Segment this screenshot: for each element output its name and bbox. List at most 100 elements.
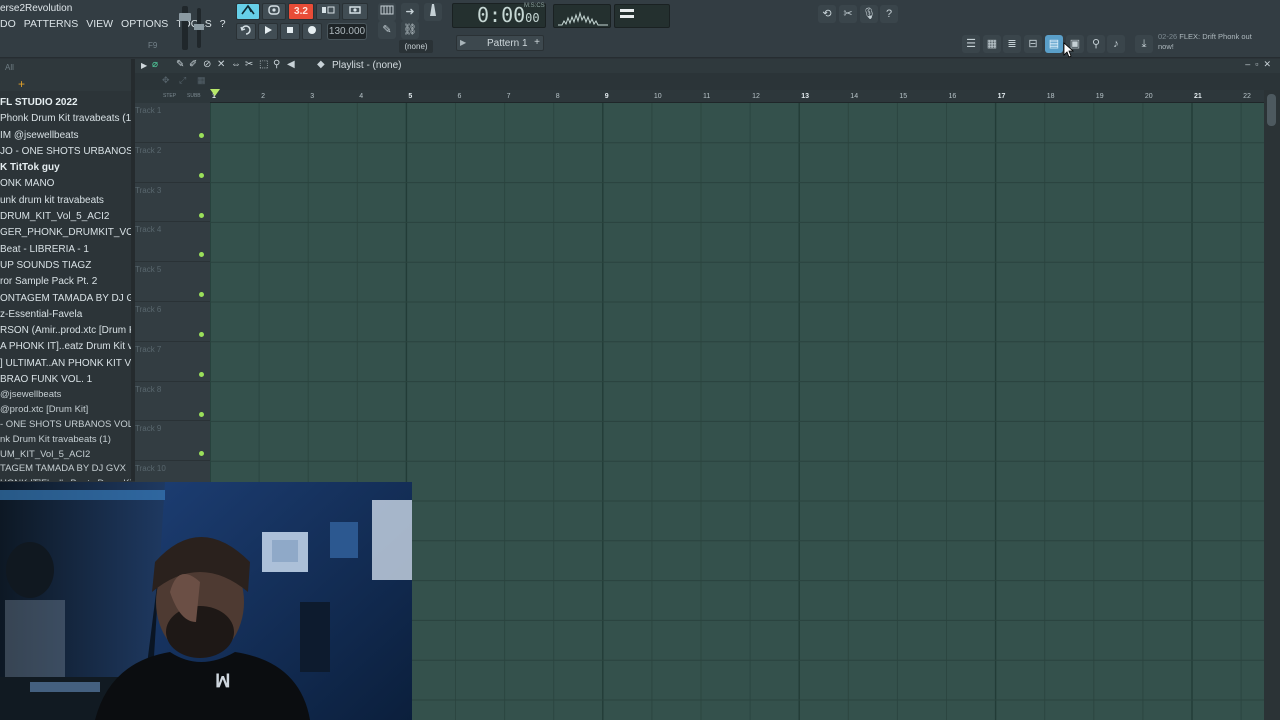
download-icon[interactable]: ⤓ xyxy=(1135,35,1153,53)
menu-view[interactable]: VIEW xyxy=(86,18,113,33)
track-header[interactable]: Track 1 xyxy=(135,103,210,143)
playlist-window-buttons[interactable]: –▫✕ xyxy=(1245,59,1276,70)
playback-tool-icon[interactable]: ◀ xyxy=(287,59,295,70)
browser-item[interactable]: unk drum kit travabeats xyxy=(0,193,131,209)
browser-sub-item[interactable]: nk Drum Kit travabeats (1) xyxy=(0,433,131,448)
track-header[interactable]: Track 9 xyxy=(135,421,210,462)
news-panel[interactable]: 02-26 FLEX: Drift Phonk out now! xyxy=(1158,32,1268,52)
track-mute-led[interactable] xyxy=(199,212,204,218)
pattern-song-toggle-icon[interactable] xyxy=(236,23,256,40)
browser-item[interactable]: FL STUDIO 2022 xyxy=(0,95,131,111)
browser-item[interactable]: z-Essential-Favela xyxy=(0,307,131,323)
magnet-snap-icon[interactable]: ⌀ xyxy=(152,59,158,70)
track-mute-led[interactable] xyxy=(199,331,204,337)
browser-sub-item[interactable]: @jsewellbeats xyxy=(0,388,131,403)
plugin-picker-icon[interactable]: ⚲ xyxy=(1087,35,1105,53)
playlist-vertical-scrollbar[interactable] xyxy=(1264,90,1280,720)
pencil-tool-icon[interactable]: ✎ xyxy=(378,21,396,39)
menu-file[interactable]: DO xyxy=(0,18,16,33)
browser-item[interactable]: DRUM_KIT_Vol_5_ACI2 xyxy=(0,209,131,225)
browser-item[interactable]: Phonk Drum Kit travabeats (1) xyxy=(0,111,131,127)
link-icon[interactable]: ⛓ xyxy=(401,21,419,39)
browser-sub-item[interactable]: - ONE SHOTS URBANOS VOL. 2 xyxy=(0,418,131,433)
browser-sub-item[interactable]: HONK IT]Fluxl's Beats Drum Kit vol 1 xyxy=(0,477,131,481)
menu-options[interactable]: OPTIONS xyxy=(121,18,168,33)
master-pitch-slider[interactable] xyxy=(194,8,204,48)
track-header[interactable]: Track 6 xyxy=(135,301,210,342)
microphone-icon[interactable]: 🎙 xyxy=(860,5,878,23)
paint-tool-icon[interactable]: ✐ xyxy=(189,59,197,70)
track-mute-led[interactable] xyxy=(199,411,204,417)
tempo-display[interactable]: 130.000 xyxy=(327,23,367,40)
metronome-icon[interactable] xyxy=(236,3,260,20)
track-header[interactable]: Track 5 xyxy=(135,262,210,302)
browser-item[interactable]: ONTAGEM TAMADA BY DJ GVX xyxy=(0,291,131,307)
pattern-selector[interactable]: ▶ Pattern 1 + xyxy=(456,35,544,51)
select-tool-icon[interactable]: ⬚ xyxy=(259,59,268,70)
browser-item[interactable]: ONK MANO xyxy=(0,176,131,192)
help-icon[interactable]: ? xyxy=(880,5,898,23)
grid-toggle-icon[interactable]: ▦ xyxy=(197,75,206,86)
track-header[interactable]: Track 2 xyxy=(135,142,210,183)
cut-tools-icon[interactable]: ✂ xyxy=(839,5,857,23)
menu-help[interactable]: ? xyxy=(220,18,226,33)
browser-item[interactable]: BRAO FUNK VOL. 1 xyxy=(0,372,131,388)
touch-controller-icon[interactable]: ♪ xyxy=(1107,35,1125,53)
blend-notes-icon[interactable] xyxy=(316,3,340,20)
mixer-icon[interactable]: ≣ xyxy=(1003,35,1021,53)
play-icon[interactable] xyxy=(258,23,278,40)
track-header[interactable]: Track 7 xyxy=(135,341,210,382)
track-mute-led[interactable] xyxy=(199,451,204,457)
browser-item[interactable]: UP SOUNDS TIAGZ xyxy=(0,258,131,274)
slip-tool-icon[interactable]: ⇔ xyxy=(231,59,241,70)
undo-history-icon[interactable]: ⟲ xyxy=(818,5,836,23)
mute-tool-icon[interactable]: ✕ xyxy=(217,59,225,70)
browser-sub-item[interactable]: TAGEM TAMADA BY DJ GVX xyxy=(0,462,131,477)
record-icon[interactable] xyxy=(302,23,322,40)
browser-sub-item[interactable]: @prod.xtc [Drum Kit] xyxy=(0,403,131,418)
master-volume-slider[interactable] xyxy=(179,6,191,50)
browser-add-icon[interactable]: + xyxy=(18,77,25,91)
snap-selector[interactable]: (none) xyxy=(399,40,433,53)
browser-item[interactable]: RSON (Amir..prod.xtc [Drum Kit] xyxy=(0,323,131,339)
track-header[interactable]: Track 4 xyxy=(135,222,210,263)
browser-item[interactable]: A PHONK IT]..eatz Drum Kit vol 1 xyxy=(0,339,131,355)
piano-roll-icon[interactable]: ▤ xyxy=(1045,35,1063,53)
typing-keyboard-icon[interactable] xyxy=(378,3,396,21)
countdown-counter[interactable]: 3.2 xyxy=(288,3,314,20)
timeline-ruler[interactable]: 1 2 3 4 5 6 7 8 9 10 11 12 13 14 15 16 17 18 19 20 21 22 xyxy=(210,90,1264,103)
playlist-menu-arrow-icon[interactable]: ▶ xyxy=(141,61,147,70)
playhead-marker[interactable] xyxy=(210,89,220,96)
scroll-arrows-icon[interactable]: ✥ xyxy=(162,75,170,86)
track-mute-led[interactable] xyxy=(199,172,204,178)
menu-patterns[interactable]: PATTERNS xyxy=(24,18,78,33)
browser-item[interactable]: Beat - LIBRERIA - 1 xyxy=(0,242,131,258)
track-mute-led[interactable] xyxy=(199,133,204,138)
wait-for-input-icon[interactable] xyxy=(262,3,286,20)
channel-rack-icon[interactable]: ▦ xyxy=(983,35,1001,53)
playlist-view-icon[interactable]: ☰ xyxy=(962,35,980,53)
resize-icon[interactable]: ⤢ xyxy=(179,75,186,86)
slice-tool-icon[interactable]: ✂ xyxy=(245,59,253,70)
track-mute-led[interactable] xyxy=(199,252,204,258)
browser-filter[interactable]: All xyxy=(5,63,14,72)
browser-item[interactable]: JO - ONE SHOTS URBANOS VOL. 2 xyxy=(0,144,131,160)
track-header[interactable]: Track 8 xyxy=(135,381,210,422)
browser-item[interactable]: IM @jsewellbeats xyxy=(0,128,131,144)
loop-record-icon[interactable] xyxy=(342,3,368,20)
browser-item[interactable]: GER_PHONK_DRUMKIT_VOL_3 xyxy=(0,225,131,241)
add-pattern-icon[interactable]: + xyxy=(534,37,540,48)
track-mute-led[interactable] xyxy=(199,292,204,298)
track-mute-led[interactable] xyxy=(199,371,204,377)
browser-item[interactable]: ] ULTIMAT..AN PHONK KIT VOL. 3 xyxy=(0,356,131,372)
step-edit-icon[interactable]: ➜ xyxy=(401,3,419,21)
browser-tree-icon[interactable]: ⊟ xyxy=(1024,35,1042,53)
playlist-arrows-icon[interactable]: ◆ xyxy=(317,59,325,70)
metronome-tool-icon[interactable] xyxy=(424,3,442,21)
delete-tool-icon[interactable]: ⊘ xyxy=(203,59,211,70)
draw-tool-icon[interactable]: ✎ xyxy=(176,59,184,70)
browser-sub-item[interactable]: UM_KIT_Vol_5_ACI2 xyxy=(0,448,131,463)
browser-item[interactable]: K TitTok guy xyxy=(0,160,131,176)
zoom-tool-icon[interactable]: ⚲ xyxy=(273,59,280,70)
stop-icon[interactable] xyxy=(280,23,300,40)
